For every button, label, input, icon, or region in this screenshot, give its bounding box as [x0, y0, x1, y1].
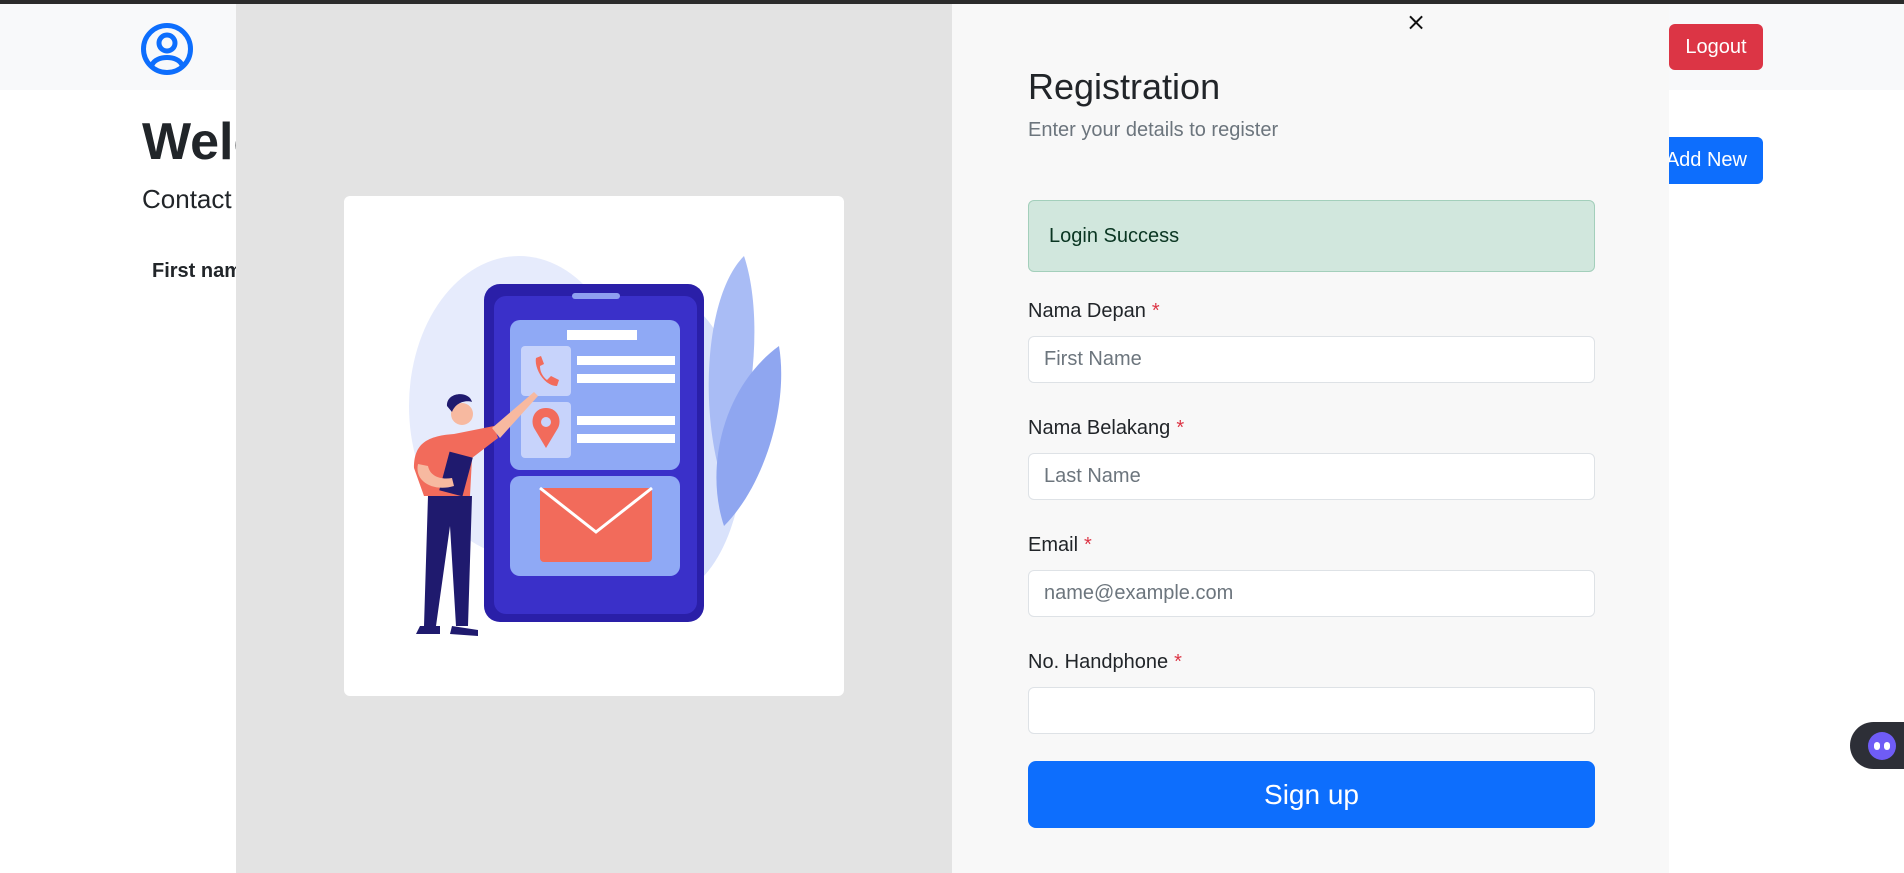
- page-subheading: Contact: [142, 184, 232, 214]
- required-mark: *: [1151, 300, 1160, 322]
- success-alert: Login Success: [1028, 200, 1595, 272]
- first-name-input[interactable]: [1028, 336, 1595, 383]
- email-label: Email *: [1028, 534, 1092, 556]
- user-circle-icon[interactable]: [140, 22, 194, 76]
- modal-form-panel: Registration Enter your details to regis…: [952, 4, 1669, 873]
- form-title: Registration: [1028, 66, 1221, 107]
- phone-input[interactable]: [1028, 687, 1595, 734]
- form-subtitle: Enter your details to register: [1028, 119, 1279, 141]
- registration-modal: Registration Enter your details to regis…: [236, 4, 1669, 873]
- illustration-card: [344, 196, 844, 696]
- last-name-label: Nama Belakang *: [1028, 417, 1185, 439]
- required-mark: *: [1084, 534, 1092, 556]
- close-icon[interactable]: ×: [1398, 4, 1434, 40]
- required-mark: *: [1176, 417, 1185, 439]
- contact-phone-illustration: [409, 256, 782, 636]
- chat-widget-button[interactable]: [1850, 722, 1904, 769]
- phone-label: No. Handphone *: [1028, 651, 1182, 673]
- last-name-input[interactable]: [1028, 453, 1595, 500]
- email-input[interactable]: [1028, 570, 1595, 617]
- table-header-first-name: First nam: [152, 260, 243, 282]
- logout-button[interactable]: Logout: [1669, 24, 1763, 70]
- required-mark: *: [1174, 651, 1182, 673]
- chat-bot-icon: [1868, 732, 1896, 760]
- sign-up-button[interactable]: Sign up: [1028, 761, 1595, 828]
- modal-illustration-panel: [236, 4, 952, 873]
- first-name-label: Nama Depan *: [1028, 300, 1160, 322]
